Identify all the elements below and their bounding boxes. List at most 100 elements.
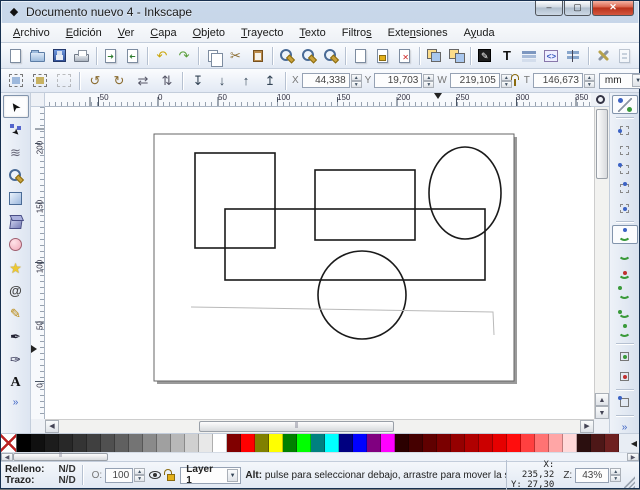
rectangle-tool[interactable] — [3, 187, 29, 210]
scroll-up-button[interactable]: ▲ — [595, 393, 609, 406]
menu-archivo[interactable]: Archivo — [5, 25, 58, 41]
horizontal-scrollbar-thumb[interactable] — [199, 421, 394, 432]
color-swatch[interactable] — [129, 434, 143, 452]
save-button[interactable] — [48, 45, 70, 67]
vertical-scrollbar[interactable]: ▲ ▼ — [594, 107, 609, 419]
print-button[interactable] — [71, 45, 93, 67]
color-swatch[interactable] — [143, 434, 157, 452]
text-tool[interactable]: A — [3, 371, 29, 394]
open-document-button[interactable] — [26, 45, 48, 67]
fill-stroke-indicator[interactable]: Relleno: N/D Trazo: N/D — [5, 464, 76, 486]
y-spinner[interactable]: ▲▼ — [423, 74, 434, 88]
color-swatch[interactable] — [549, 434, 563, 452]
color-swatch[interactable] — [59, 434, 73, 452]
w-field[interactable]: 219,105 ▲▼ — [450, 73, 512, 88]
w-spinner[interactable]: ▲▼ — [501, 74, 512, 88]
palette-scrollbar-thumb[interactable] — [13, 453, 108, 461]
flip-vertical-button[interactable]: ⇅ — [155, 70, 179, 92]
menu-filtros[interactable]: Filtros — [334, 25, 380, 41]
undo-button[interactable]: ↶ — [151, 45, 173, 67]
color-swatch[interactable] — [339, 434, 353, 452]
layer-dropdown-arrow-icon[interactable]: ▼ — [227, 469, 239, 482]
y-field[interactable]: 19,703 ▲▼ — [374, 73, 434, 88]
vertical-scrollbar-thumb[interactable] — [596, 109, 608, 179]
color-swatch[interactable] — [227, 434, 241, 452]
snap-bbox-edge-midpoints-button[interactable] — [612, 179, 638, 198]
snap-rotation-centers-button[interactable] — [612, 367, 638, 386]
lower-button[interactable]: ↓ — [210, 70, 234, 92]
pencil-tool[interactable]: ✎ — [3, 302, 29, 325]
import-button[interactable] — [100, 45, 122, 67]
zoom-page-button[interactable] — [320, 45, 342, 67]
color-swatch[interactable] — [493, 434, 507, 452]
x-spinner[interactable]: ▲▼ — [351, 74, 362, 88]
snap-paths-button[interactable] — [612, 244, 638, 263]
color-swatch[interactable] — [73, 434, 87, 452]
zoom-selection-button[interactable] — [276, 45, 298, 67]
preferences-button[interactable] — [592, 45, 614, 67]
rotate-cw-button[interactable]: ↻ — [107, 70, 131, 92]
create-clone-button[interactable] — [371, 45, 393, 67]
box3d-tool[interactable] — [3, 210, 29, 233]
color-swatch[interactable] — [213, 434, 227, 452]
menu-texto[interactable]: Texto — [291, 25, 333, 41]
color-swatch[interactable] — [423, 434, 437, 452]
color-swatch[interactable] — [521, 434, 535, 452]
snap-enable-button[interactable] — [612, 95, 638, 114]
minimize-button[interactable]: – — [535, 1, 563, 16]
select-all-layers-button[interactable] — [28, 70, 52, 92]
color-swatch[interactable] — [269, 434, 283, 452]
snap-nodes-button[interactable] — [612, 225, 638, 244]
color-swatch[interactable] — [605, 434, 619, 452]
node-tool[interactable] — [3, 118, 29, 141]
title-bar[interactable]: ◆ Documento nuevo 4 - Inkscape – ▢ ✕ — [1, 1, 639, 23]
menu-ver[interactable]: Ver — [110, 25, 143, 41]
cut-button[interactable]: ✂ — [224, 45, 246, 67]
tweak-tool[interactable]: ≋ — [3, 141, 29, 164]
color-swatch[interactable] — [241, 434, 255, 452]
scroll-down-button[interactable]: ▼ — [595, 406, 609, 419]
layer-visibility-icon[interactable] — [149, 471, 161, 479]
snap-smooth-nodes-button[interactable] — [612, 302, 638, 321]
opacity-field[interactable]: 100 ▲▼ — [105, 468, 145, 483]
canvas[interactable] — [45, 107, 594, 419]
color-swatch[interactable] — [17, 434, 31, 452]
color-swatch[interactable] — [409, 434, 423, 452]
snap-bbox-centers-button[interactable] — [612, 198, 638, 217]
menu-objeto[interactable]: Objeto — [185, 25, 233, 41]
flip-horizontal-button[interactable]: ⇄ — [131, 70, 155, 92]
color-swatch[interactable] — [451, 434, 465, 452]
raise-to-top-button[interactable]: ↥ — [258, 70, 282, 92]
palette-scroll-left-button[interactable]: ◀ — [1, 453, 13, 461]
document-properties-button[interactable] — [614, 45, 636, 67]
redo-button[interactable]: ↷ — [173, 45, 195, 67]
xml-editor-button[interactable]: <> — [540, 45, 562, 67]
snap-cusp-nodes-button[interactable] — [612, 282, 638, 301]
color-swatch[interactable] — [395, 434, 409, 452]
paste-button[interactable] — [246, 45, 268, 67]
fill-stroke-dialog-button[interactable]: ✎ — [474, 45, 496, 67]
lower-to-bottom-button[interactable]: ↧ — [186, 70, 210, 92]
zoom-field[interactable]: 43% ▲▼ — [575, 468, 621, 483]
h-field[interactable]: 146,673 ▲▼ — [533, 73, 595, 88]
deselect-button[interactable] — [52, 70, 76, 92]
color-swatch[interactable] — [185, 434, 199, 452]
raise-button[interactable]: ↑ — [234, 70, 258, 92]
text-dialog-button[interactable]: T — [496, 45, 518, 67]
color-swatch[interactable] — [577, 434, 591, 452]
unit-select[interactable]: mm ▼ — [599, 73, 640, 89]
toolbox-overflow-chevron[interactable]: » — [13, 397, 19, 408]
color-swatch[interactable] — [353, 434, 367, 452]
group-button[interactable] — [422, 45, 444, 67]
horizontal-scrollbar[interactable]: ◀ ▶ — [45, 419, 594, 433]
canvas-corner-button[interactable] — [591, 93, 609, 107]
color-swatch[interactable] — [367, 434, 381, 452]
color-swatch[interactable] — [479, 434, 493, 452]
spiral-tool[interactable]: @ — [3, 279, 29, 302]
layer-lock-icon[interactable] — [167, 474, 175, 481]
scroll-right-button[interactable]: ▶ — [580, 420, 594, 433]
no-color-swatch[interactable] — [1, 434, 17, 452]
select-all-button[interactable] — [4, 70, 28, 92]
snap-bbox-corners-button[interactable] — [612, 160, 638, 179]
color-swatch[interactable] — [87, 434, 101, 452]
